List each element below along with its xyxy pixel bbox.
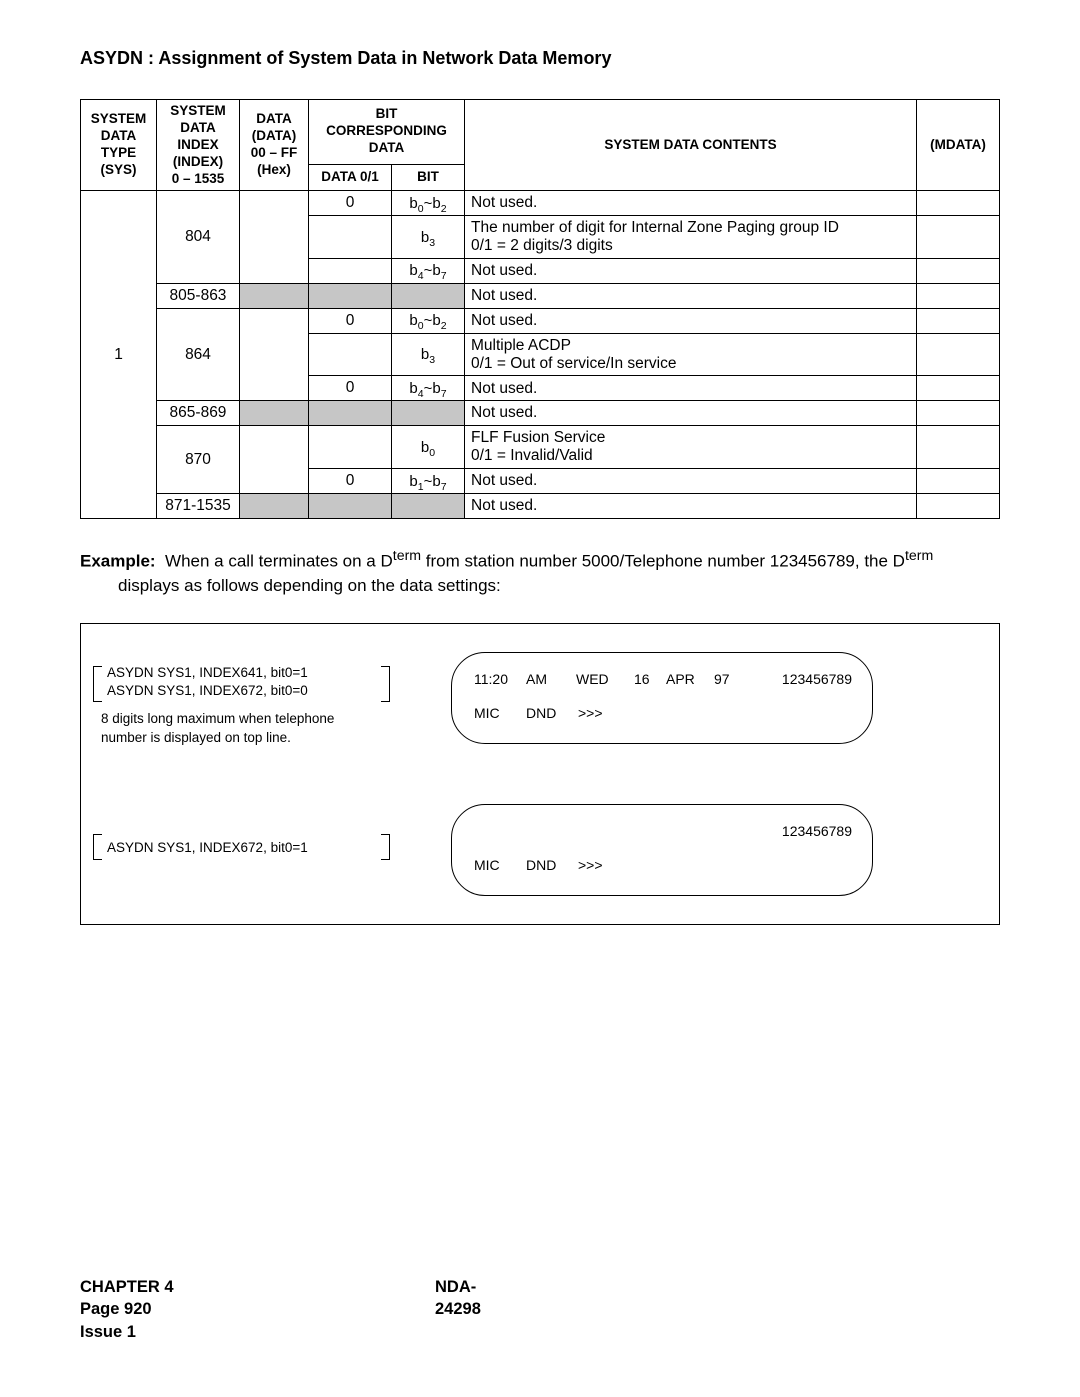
example-diagram: ASYDN SYS1, INDEX641, bit0=1 ASYDN SYS1,… (80, 623, 1000, 925)
table-row: 870b0FLF Fusion Service 0/1 = Invalid/Va… (81, 426, 1000, 469)
cell-mdata (917, 216, 1000, 259)
cell-bit: b4~b7 (392, 376, 465, 401)
page-footer: CHAPTER 4 Page 920 Issue 1 NDA-24298 (80, 1276, 174, 1343)
cell-bit: b1~b7 (392, 469, 465, 494)
cell-data01: 0 (309, 191, 392, 216)
phone-display-1: 11:20 AM WED 16 APR 97 123456789 MIC DND… (451, 652, 873, 744)
cell-contents: Not used. (465, 469, 917, 494)
cell-bit: b4~b7 (392, 259, 465, 284)
footer-doc: NDA-24298 (435, 1276, 481, 1321)
cell-data01 (309, 426, 392, 469)
diagram-label-1: ASYDN SYS1, INDEX641, bit0=1 (107, 664, 308, 682)
cell-mdata (917, 191, 1000, 216)
th-data01: DATA 0/1 (309, 164, 392, 191)
cell-contents: FLF Fusion Service 0/1 = Invalid/Valid (465, 426, 917, 469)
footer-chapter: CHAPTER 4 (80, 1276, 174, 1298)
cell-mdata (917, 376, 1000, 401)
cell-bit (392, 401, 465, 426)
cell-mdata (917, 426, 1000, 469)
cell-data01: 0 (309, 308, 392, 333)
cell-contents: Not used. (465, 401, 917, 426)
cell-bit: b0~b2 (392, 308, 465, 333)
cell-bit: b0~b2 (392, 191, 465, 216)
cell-mdata (917, 283, 1000, 308)
th-bitgroup: BIT CORRESPONDING DATA (309, 100, 465, 165)
cell-index: 870 (157, 426, 240, 494)
phone-display-2: 123456789 MIC DND >>> (451, 804, 873, 896)
cell-data01 (309, 259, 392, 284)
cell-index: 805-863 (157, 283, 240, 308)
cell-contents: Multiple ACDP 0/1 = Out of service/In se… (465, 333, 917, 376)
cell-data01 (309, 216, 392, 259)
cell-mdata (917, 259, 1000, 284)
th-index: SYSTEM DATA INDEX (INDEX) 0 – 1535 (157, 100, 240, 191)
cell-mdata (917, 308, 1000, 333)
cell-data (240, 401, 309, 426)
cell-contents: Not used. (465, 283, 917, 308)
cell-mdata (917, 401, 1000, 426)
cell-sys: 1 (81, 191, 157, 519)
diagram-label-3: ASYDN SYS1, INDEX672, bit0=1 (107, 839, 308, 857)
table-row: 8640b0~b2Not used. (81, 308, 1000, 333)
cell-data01 (309, 333, 392, 376)
cell-contents: Not used. (465, 376, 917, 401)
cell-data01: 0 (309, 469, 392, 494)
th-data: DATA (DATA) 00 – FF (Hex) (240, 100, 309, 191)
cell-bit (392, 283, 465, 308)
cell-bit (392, 494, 465, 519)
cell-data (240, 494, 309, 519)
cell-data (240, 308, 309, 401)
cell-data (240, 191, 309, 283)
cell-data (240, 426, 309, 494)
cell-bit: b3 (392, 333, 465, 376)
diagram-label-2: ASYDN SYS1, INDEX672, bit0=0 (107, 682, 308, 700)
cell-mdata (917, 469, 1000, 494)
cell-contents: The number of digit for Internal Zone Pa… (465, 216, 917, 259)
th-mdata: (MDATA) (917, 100, 1000, 191)
cell-bit: b3 (392, 216, 465, 259)
cell-mdata (917, 494, 1000, 519)
example-text: Example: When a call terminates on a Dte… (80, 547, 1000, 597)
th-contents: SYSTEM DATA CONTENTS (465, 100, 917, 191)
cell-data (240, 283, 309, 308)
cell-data01 (309, 401, 392, 426)
table-row: 805-863 Not used. (81, 283, 1000, 308)
cell-index: 865-869 (157, 401, 240, 426)
cell-mdata (917, 333, 1000, 376)
th-bit: BIT (392, 164, 465, 191)
cell-contents: Not used. (465, 191, 917, 216)
system-data-table: SYSTEM DATA TYPE (SYS) SYSTEM DATA INDEX… (80, 99, 1000, 519)
cell-index: 864 (157, 308, 240, 401)
cell-data01 (309, 494, 392, 519)
cell-bit: b0 (392, 426, 465, 469)
table-row: 18040b0~b2Not used. (81, 191, 1000, 216)
footer-page: Page 920 (80, 1298, 174, 1320)
table-row: 871-1535 Not used. (81, 494, 1000, 519)
cell-contents: Not used. (465, 308, 917, 333)
page-title: ASYDN : Assignment of System Data in Net… (80, 48, 1000, 69)
cell-index: 871-1535 (157, 494, 240, 519)
cell-index: 804 (157, 191, 240, 283)
cell-data01 (309, 283, 392, 308)
cell-contents: Not used. (465, 259, 917, 284)
footer-issue: Issue 1 (80, 1321, 174, 1343)
table-row: 865-869 Not used. (81, 401, 1000, 426)
diagram-note: 8 digits long maximum when telephone num… (101, 710, 334, 746)
cell-contents: Not used. (465, 494, 917, 519)
cell-data01: 0 (309, 376, 392, 401)
th-sys: SYSTEM DATA TYPE (SYS) (81, 100, 157, 191)
